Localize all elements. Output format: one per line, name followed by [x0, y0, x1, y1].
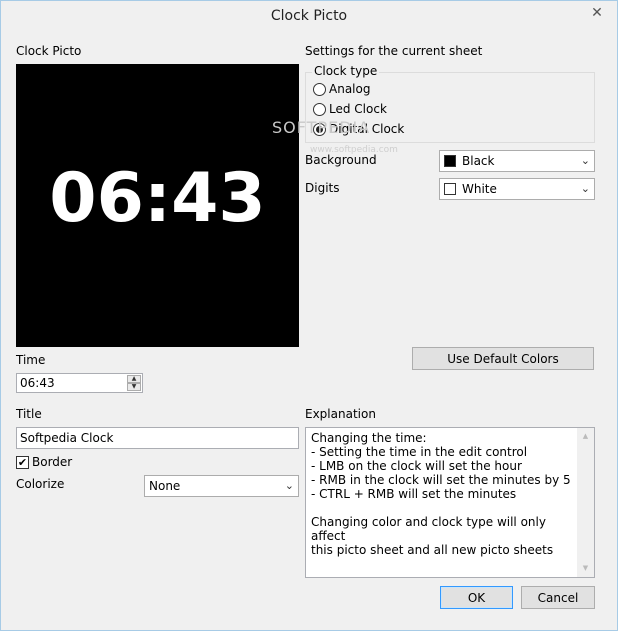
digits-swatch	[444, 183, 456, 195]
background-dropdown[interactable]: Black ⌄	[439, 150, 595, 172]
explanation-box: Changing the time: - Setting the time in…	[305, 427, 595, 578]
close-button[interactable]: ✕	[583, 2, 611, 20]
title-field-box	[16, 427, 299, 449]
background-label: Background	[305, 153, 377, 167]
window-title: Clock Picto	[270, 8, 348, 24]
explanation-text: Changing the time: - Setting the time in…	[311, 431, 571, 557]
radio-analog-label[interactable]: Analog	[329, 82, 370, 96]
title-input[interactable]	[17, 428, 298, 448]
watermark-logo: SOFTPEDIA	[272, 118, 371, 137]
digits-label: Digits	[305, 181, 340, 195]
explanation-label: Explanation	[305, 407, 376, 421]
title-bar: Clock Picto ✕	[1, 1, 617, 31]
digits-dropdown[interactable]: White ⌄	[439, 178, 595, 200]
colorize-dropdown[interactable]: None ⌄	[144, 475, 299, 497]
clock-display: 06:43	[49, 159, 266, 238]
spin-down-icon[interactable]: ▼	[127, 383, 141, 391]
radio-led-clock[interactable]	[313, 103, 326, 116]
chevron-down-icon: ⌄	[580, 154, 590, 167]
cancel-button[interactable]: Cancel	[521, 586, 595, 609]
chevron-down-icon: ⌄	[284, 479, 294, 492]
explanation-scrollbar[interactable]: ▲ ▼	[577, 428, 594, 577]
border-label: Border	[32, 455, 73, 469]
spin-up-icon[interactable]: ▲	[127, 375, 141, 383]
digits-value: White	[462, 182, 497, 196]
time-input[interactable]	[20, 375, 120, 391]
background-value: Black	[462, 154, 495, 168]
radio-analog[interactable]	[313, 83, 326, 96]
title-label: Title	[16, 407, 42, 421]
spin-buttons: ▲ ▼	[127, 375, 141, 391]
time-label: Time	[16, 353, 46, 367]
settings-heading: Settings for the current sheet	[305, 44, 483, 58]
ok-button[interactable]: OK	[440, 586, 513, 609]
use-default-colors-button[interactable]: Use Default Colors	[412, 347, 594, 370]
clock-preview[interactable]: 06:43	[16, 64, 299, 347]
colorize-value: None	[149, 479, 181, 493]
preview-label: Clock Picto	[16, 44, 82, 58]
background-swatch	[444, 155, 456, 167]
radio-led-clock-label[interactable]: Led Clock	[329, 102, 387, 116]
chevron-down-icon: ⌄	[580, 182, 590, 195]
time-spinner: ▲ ▼	[16, 373, 143, 393]
border-checkbox[interactable]: ✔	[16, 456, 29, 469]
clock-type-legend: Clock type	[312, 64, 380, 78]
scroll-down-icon[interactable]: ▼	[577, 560, 594, 577]
scroll-up-icon[interactable]: ▲	[577, 428, 594, 445]
colorize-label: Colorize	[16, 477, 65, 491]
